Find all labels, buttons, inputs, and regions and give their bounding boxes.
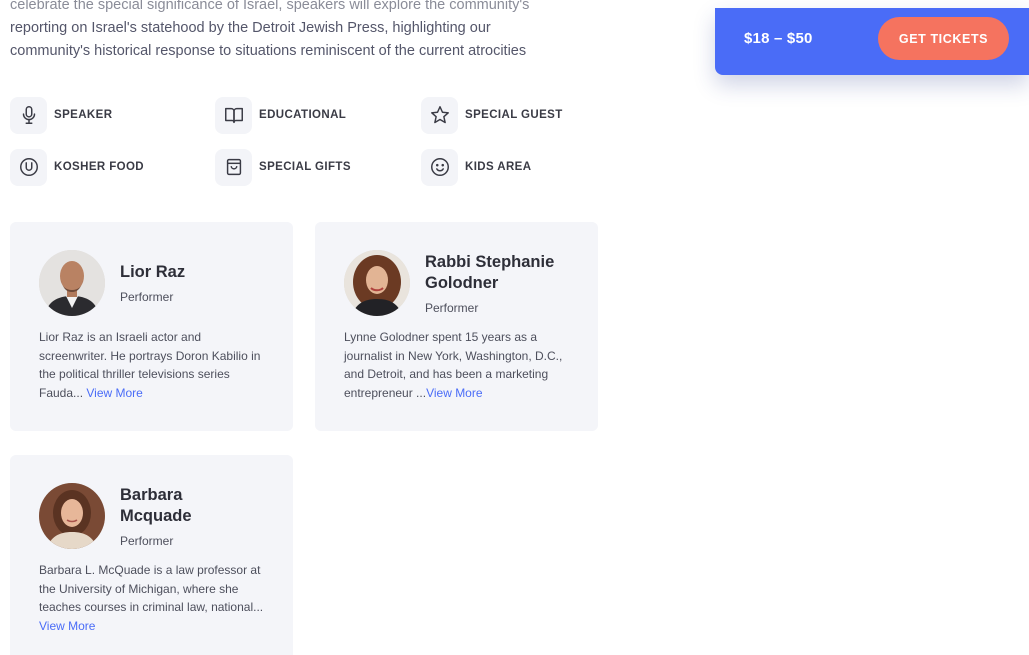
description-line-1: reporting on Israel's statehood by the D… (10, 20, 491, 36)
kosher-u-icon (10, 148, 47, 186)
speaker-name: Rabbi Stephanie Golodner (425, 253, 555, 292)
open-book-icon (215, 96, 252, 134)
feature-label: KOSHER FOOD (54, 161, 145, 173)
speaker-name: Barbara Mcquade (120, 486, 192, 525)
feature-label: SPECIAL GUEST (465, 109, 563, 121)
speaker-bio: Lior Raz is an Israeli actor and screenw… (39, 328, 269, 402)
feature-educational: EDUCATIONAL (215, 96, 421, 134)
speaker-avatar (39, 250, 105, 316)
shopping-bag-icon (215, 148, 252, 186)
speaker-avatar (39, 483, 105, 549)
speaker-card: Barbara Mcquade Performer Barbara L. McQ… (10, 455, 293, 655)
speaker-bio: Barbara L. McQuade is a law professor at… (39, 561, 269, 635)
feature-kids-area: KIDS AREA (421, 148, 626, 186)
microphone-icon (10, 96, 47, 134)
speaker-role: Performer (120, 534, 174, 548)
feature-special-gifts: SPECIAL GIFTS (215, 148, 421, 186)
feature-special-guest: SPECIAL GUEST (421, 96, 626, 134)
speaker-name: Lior Raz (120, 263, 186, 281)
speaker-card: Lior Raz Performer Lior Raz is an Israel… (10, 222, 293, 431)
description-line-2: community's historical response to situa… (10, 43, 527, 59)
speaker-role: Performer (425, 301, 479, 315)
star-icon (421, 96, 458, 134)
ticket-bar: $18 – $50 GET TICKETS (715, 8, 1029, 75)
speaker-bio-text: Barbara L. McQuade is a law professor at… (39, 563, 264, 614)
feature-kosher-food: KOSHER FOOD (10, 148, 215, 186)
view-more-link[interactable]: View More (39, 619, 95, 633)
smiley-icon (421, 148, 458, 186)
feature-speaker: SPEAKER (10, 96, 215, 134)
feature-label: EDUCATIONAL (259, 109, 347, 121)
speaker-bio-text: Lior Raz is an Israeli actor and screenw… (39, 330, 261, 400)
get-tickets-button[interactable]: GET TICKETS (878, 17, 1009, 60)
event-description: celebrate the special significance of Is… (10, 0, 610, 63)
speaker-card: Rabbi Stephanie Golodner Performer Lynne… (315, 222, 598, 431)
event-page: celebrate the special significance of Is… (0, 0, 1029, 655)
ticket-price: $18 – $50 (744, 30, 813, 47)
view-more-link[interactable]: View More (426, 386, 482, 400)
description-line-top: celebrate the special significance of Is… (10, 0, 530, 13)
event-features: SPEAKER EDUCATIONAL SPECIAL GUEST KOSHER… (10, 96, 630, 200)
feature-label: SPECIAL GIFTS (259, 161, 351, 173)
speaker-avatar (344, 250, 410, 316)
feature-label: KIDS AREA (465, 161, 532, 173)
view-more-link[interactable]: View More (86, 386, 142, 400)
feature-label: SPEAKER (54, 109, 113, 121)
speaker-role: Performer (120, 290, 174, 304)
speaker-bio: Lynne Golodner spent 15 years as a journ… (344, 328, 574, 402)
